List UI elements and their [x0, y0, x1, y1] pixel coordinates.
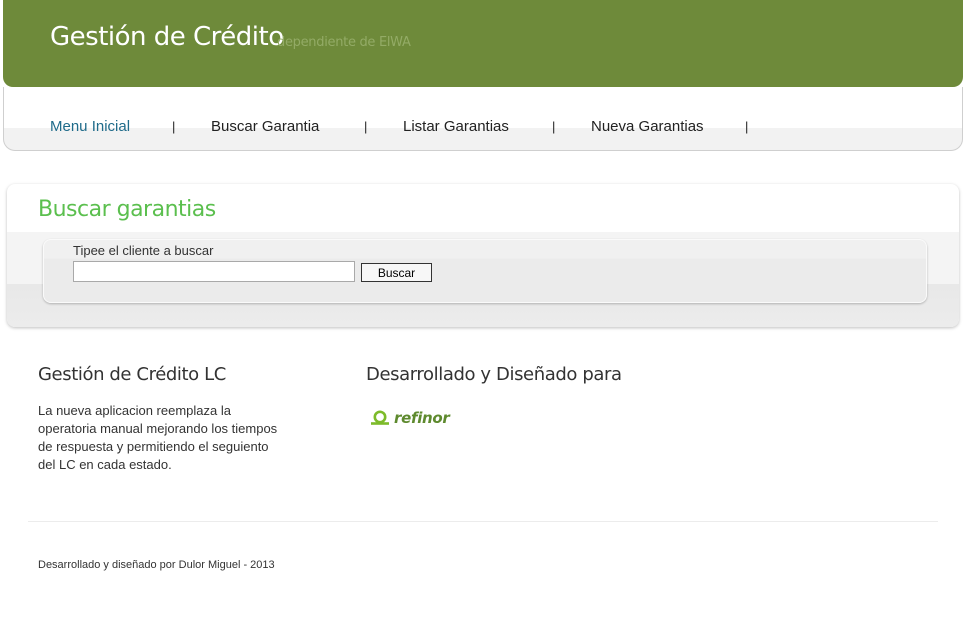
main-nav: Menu Inicial | Buscar Garantia | Listar … — [3, 87, 963, 151]
nav-separator: | — [552, 119, 556, 134]
nav-buscar-garantia[interactable]: Buscar Garantia — [211, 118, 319, 135]
app-subtitle: dependiente de ElWA — [277, 35, 411, 50]
info-left-title: Gestión de Crédito LC — [38, 364, 226, 385]
nav-separator: | — [172, 119, 176, 134]
info-left-text: La nueva aplicacion reemplaza la operato… — [38, 403, 278, 472]
search-panel: Buscar garantias Tipee el cliente a busc… — [7, 184, 959, 327]
app-title: Gestión de Crédito — [50, 22, 284, 52]
refinor-logo-icon — [371, 410, 389, 425]
nav-listar-garantias[interactable]: Listar Garantias — [403, 118, 509, 135]
refinor-logo-text: refinor — [394, 409, 450, 427]
search-button[interactable]: Buscar — [361, 263, 432, 282]
nav-separator: | — [745, 119, 749, 134]
nav-menu-inicial[interactable]: Menu Inicial — [50, 118, 130, 135]
search-heading: Buscar garantias — [38, 197, 216, 222]
info-right-title: Desarrollado y Diseñado para — [366, 364, 622, 385]
footer-credits: Desarrollado y diseñado por Dulor Miguel… — [38, 559, 275, 571]
header-banner: Gestión de Crédito dependiente de ElWA — [3, 0, 963, 87]
nav-nueva-garantias[interactable]: Nueva Garantias — [591, 118, 704, 135]
search-form: Tipee el cliente a buscar Buscar — [43, 239, 927, 303]
refinor-logo: refinor — [370, 408, 450, 428]
footer-divider — [28, 521, 938, 522]
client-search-input[interactable] — [73, 261, 355, 282]
nav-separator: | — [364, 119, 368, 134]
search-label: Tipee el cliente a buscar — [73, 243, 214, 258]
